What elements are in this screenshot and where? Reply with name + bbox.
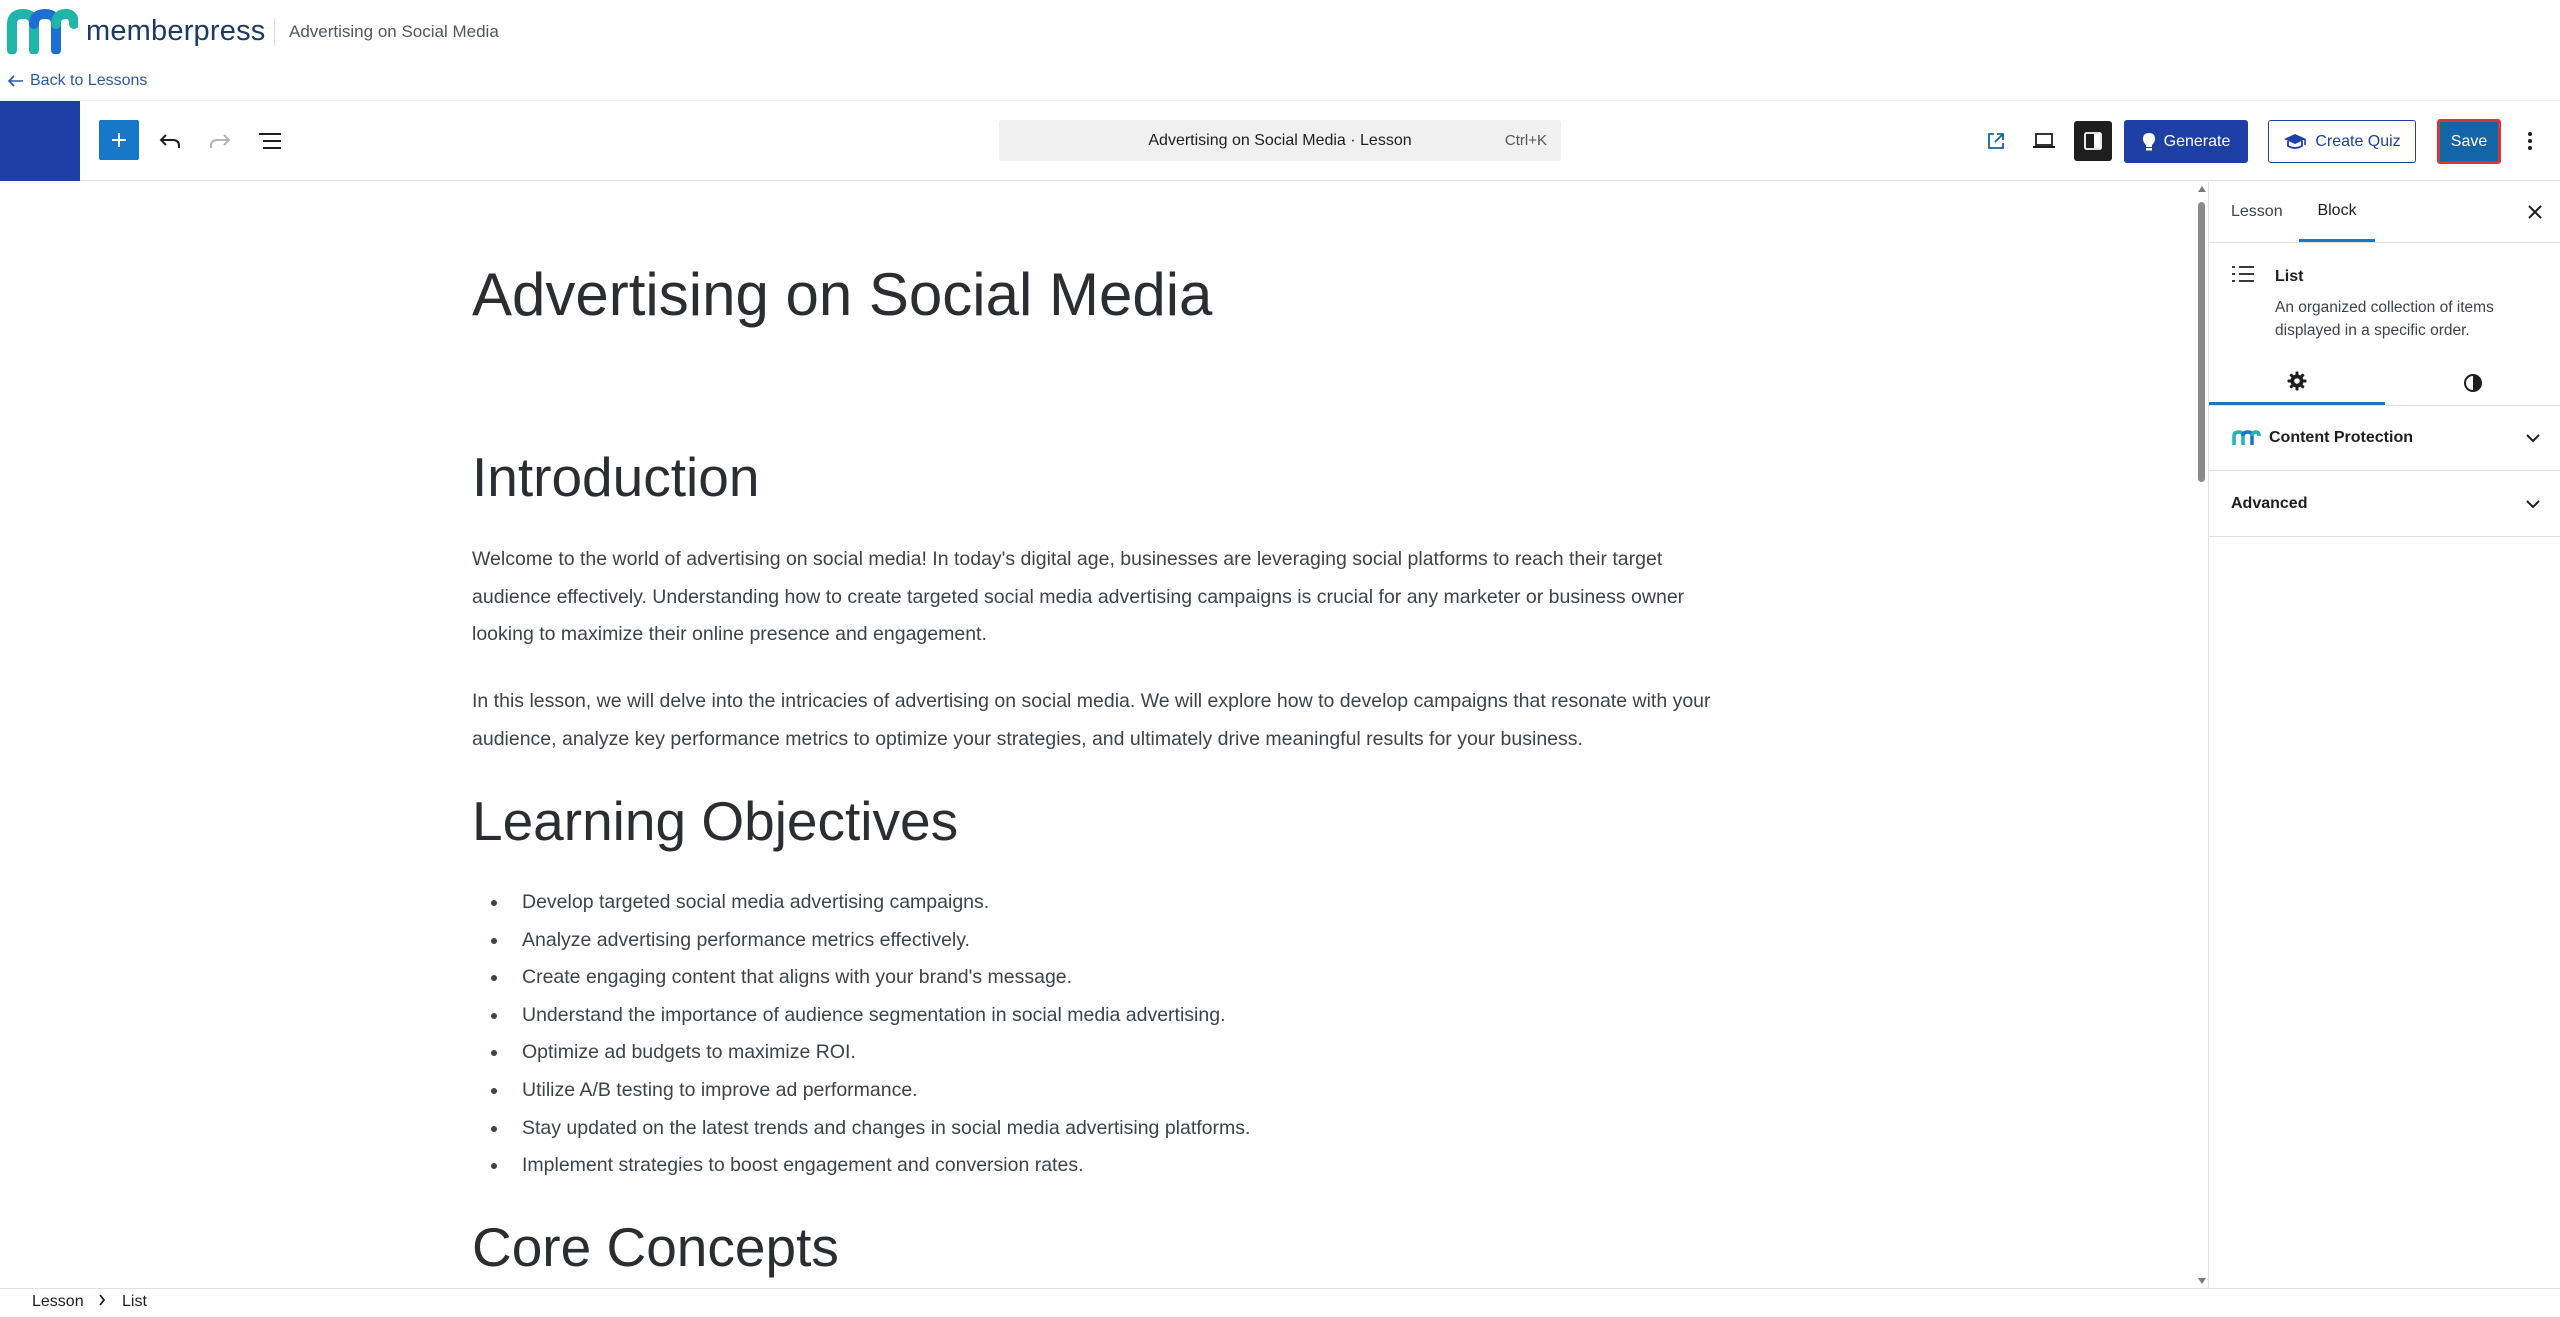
breadcrumb-lesson[interactable]: Lesson bbox=[32, 1293, 84, 1311]
vertical-ellipsis-icon bbox=[2528, 132, 2532, 150]
content-protection-label: Content Protection bbox=[2269, 429, 2413, 446]
gear-icon bbox=[2287, 371, 2307, 391]
heading-core-concepts[interactable]: Core Concepts bbox=[472, 1215, 839, 1279]
advanced-label: Advanced bbox=[2231, 495, 2308, 512]
tab-block-styles[interactable] bbox=[2385, 360, 2560, 405]
lightbulb-icon bbox=[2142, 132, 2155, 150]
settings-sidebar: Lesson Block List An organized collectio… bbox=[2208, 182, 2560, 1288]
memberpress-logo-icon bbox=[7, 8, 78, 54]
brand-divider bbox=[274, 18, 275, 46]
sidebar-tabs: Lesson Block bbox=[2209, 182, 2560, 243]
list-item[interactable]: Analyze advertising performance metrics … bbox=[490, 922, 1250, 960]
command-bar-shortcut: Ctrl+K bbox=[1504, 132, 1547, 149]
back-to-lessons-link[interactable]: Back to Lessons bbox=[8, 72, 147, 90]
list-item[interactable]: Create engaging content that aligns with… bbox=[490, 959, 1250, 997]
block-name: List bbox=[2275, 268, 2304, 285]
chevron-down-icon bbox=[2521, 426, 2545, 450]
redo-button[interactable] bbox=[202, 123, 238, 159]
memberpress-logo[interactable]: memberpress bbox=[6, 8, 265, 54]
chevron-down-icon bbox=[2521, 492, 2545, 516]
close-icon bbox=[2528, 205, 2542, 219]
heading-learning-objectives[interactable]: Learning Objectives bbox=[472, 789, 958, 853]
memberpress-m-icon bbox=[2232, 430, 2261, 445]
chevron-right-icon bbox=[98, 1293, 106, 1310]
preview-button[interactable] bbox=[2026, 123, 2062, 159]
breadcrumb-list[interactable]: List bbox=[122, 1293, 147, 1311]
editor-toolbar: Advertising on Social Media · Lesson Ctr… bbox=[0, 100, 2560, 181]
view-post-button[interactable] bbox=[1978, 123, 2014, 159]
list-item[interactable]: Develop targeted social media advertisin… bbox=[490, 884, 1250, 922]
save-button[interactable]: Save bbox=[2437, 119, 2501, 164]
create-quiz-label: Create Quiz bbox=[2315, 132, 2401, 150]
list-item[interactable]: Optimize ad budgets to maximize ROI. bbox=[490, 1034, 1250, 1072]
undo-button[interactable] bbox=[152, 123, 188, 159]
canvas-scrollbar[interactable] bbox=[2196, 182, 2207, 1288]
content-protection-panel[interactable]: Content Protection bbox=[2209, 405, 2560, 471]
options-menu-button[interactable] bbox=[2512, 123, 2548, 159]
undo-icon bbox=[159, 134, 180, 148]
editor-canvas[interactable]: Advertising on Social Media Introduction… bbox=[0, 182, 2196, 1288]
graduation-cap-icon bbox=[2284, 133, 2307, 149]
list-block-icon bbox=[2232, 266, 2254, 282]
contrast-icon bbox=[2464, 373, 2482, 392]
command-bar-title: Advertising on Social Media · Lesson bbox=[1148, 131, 1412, 149]
list-item[interactable]: Utilize A/B testing to improve ad perfor… bbox=[490, 1072, 1250, 1110]
sidebar-icon bbox=[2084, 132, 2102, 150]
block-inspector-tabs bbox=[2209, 360, 2560, 406]
advanced-title: Advanced bbox=[2231, 471, 2307, 537]
logo-wordmark: memberpress bbox=[86, 14, 266, 47]
tab-lesson[interactable]: Lesson bbox=[2231, 182, 2283, 242]
list-item[interactable]: Stay updated on the latest trends and ch… bbox=[490, 1110, 1250, 1148]
scroll-down-arrow[interactable] bbox=[2198, 1278, 2206, 1284]
brand-page-title: Advertising on Social Media bbox=[289, 22, 499, 41]
command-palette-bar[interactable]: Advertising on Social Media · Lesson Ctr… bbox=[999, 120, 1561, 161]
tab-block-settings[interactable] bbox=[2209, 360, 2385, 405]
settings-sidebar-toggle[interactable] bbox=[2074, 121, 2112, 161]
tab-block[interactable]: Block bbox=[2299, 182, 2375, 242]
post-title[interactable]: Advertising on Social Media bbox=[472, 260, 1212, 329]
list-item[interactable]: Implement strategies to boost engagement… bbox=[490, 1147, 1250, 1185]
close-sidebar-button[interactable] bbox=[2523, 200, 2547, 224]
paragraph-intro-1[interactable]: Welcome to the world of advertising on s… bbox=[472, 541, 1732, 654]
redo-icon bbox=[210, 134, 231, 148]
arrow-left-icon bbox=[8, 75, 23, 87]
site-home-button[interactable] bbox=[0, 101, 80, 181]
scrollbar-thumb[interactable] bbox=[2198, 202, 2205, 482]
block-description: An organized collection of items display… bbox=[2275, 299, 2494, 339]
block-breadcrumb: Lesson List bbox=[0, 1288, 2560, 1317]
generate-label: Generate bbox=[2163, 132, 2231, 150]
plus-icon bbox=[112, 133, 126, 147]
list-view-icon bbox=[259, 133, 281, 149]
laptop-icon bbox=[2033, 133, 2055, 148]
create-quiz-button[interactable]: Create Quiz bbox=[2268, 120, 2416, 163]
advanced-panel[interactable]: Advanced bbox=[2209, 471, 2560, 537]
brand-bar: memberpress Advertising on Social Media … bbox=[0, 0, 2560, 100]
list-item[interactable]: Understand the importance of audience se… bbox=[490, 997, 1250, 1035]
document-overview-button[interactable] bbox=[252, 123, 288, 159]
objectives-list[interactable]: Develop targeted social media advertisin… bbox=[472, 884, 1250, 1185]
generate-button[interactable]: Generate bbox=[2124, 120, 2248, 163]
block-inserter-button[interactable] bbox=[99, 120, 139, 160]
scroll-up-arrow[interactable] bbox=[2198, 186, 2206, 192]
heading-introduction[interactable]: Introduction bbox=[472, 445, 759, 509]
paragraph-intro-2[interactable]: In this lesson, we will delve into the i… bbox=[472, 683, 1732, 758]
block-card: List An organized collection of items di… bbox=[2209, 242, 2560, 342]
back-link-label: Back to Lessons bbox=[30, 72, 148, 89]
content-protection-title: Content Protection bbox=[2231, 405, 2413, 471]
external-link-icon bbox=[1988, 133, 2004, 149]
